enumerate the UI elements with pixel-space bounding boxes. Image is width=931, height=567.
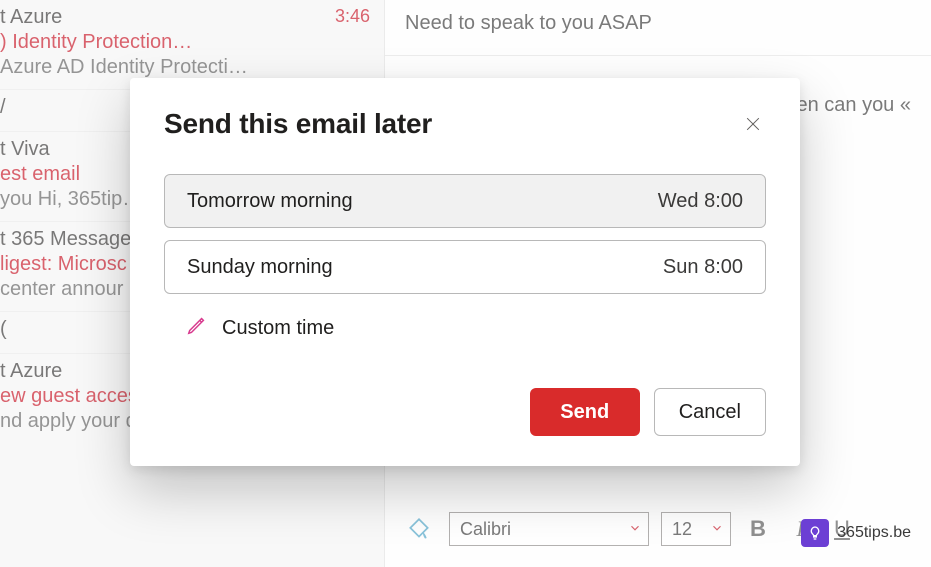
option-label: Sunday morning <box>187 256 333 279</box>
close-button[interactable] <box>740 111 766 137</box>
watermark: 365tips.be <box>801 519 911 547</box>
option-time: Sun 8:00 <box>663 256 743 279</box>
option-time: Wed 8:00 <box>658 190 743 213</box>
schedule-option-tomorrow[interactable]: Tomorrow morning Wed 8:00 <box>164 174 766 228</box>
schedule-send-dialog: Send this email later Tomorrow morning W… <box>130 78 800 466</box>
custom-time-button[interactable]: Custom time <box>164 306 766 342</box>
dialog-actions: Send Cancel <box>164 388 766 436</box>
lightbulb-icon <box>801 519 829 547</box>
option-label: Tomorrow morning <box>187 190 353 213</box>
schedule-option-sunday[interactable]: Sunday morning Sun 8:00 <box>164 240 766 294</box>
watermark-text: 365tips.be <box>837 524 911 542</box>
pencil-icon <box>186 314 208 342</box>
custom-time-label: Custom time <box>222 317 334 340</box>
dialog-title: Send this email later <box>164 108 432 140</box>
cancel-button[interactable]: Cancel <box>654 388 766 436</box>
dialog-header: Send this email later <box>164 108 766 140</box>
send-button[interactable]: Send <box>530 388 640 436</box>
